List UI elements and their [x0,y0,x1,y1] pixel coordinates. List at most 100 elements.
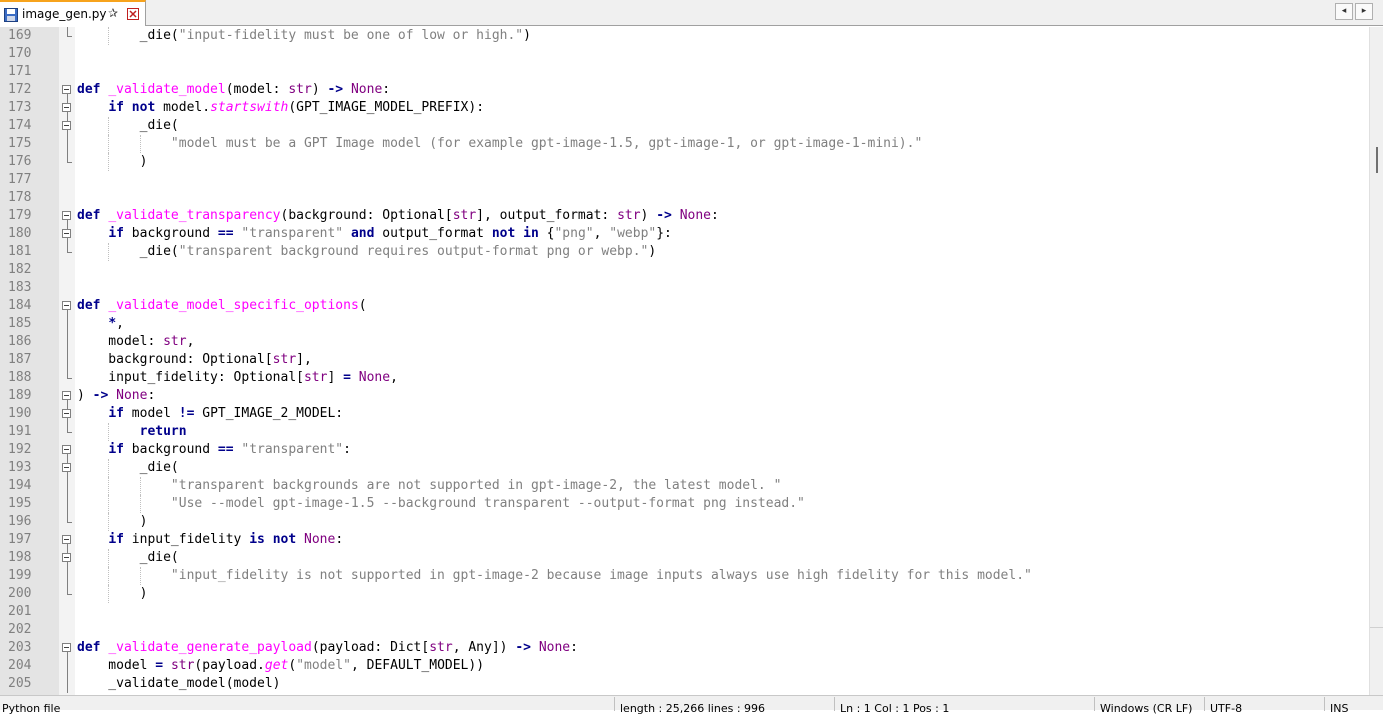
code-token: is [249,532,265,547]
code-line[interactable]: 196 ) [0,513,1369,531]
fold-toggle-icon[interactable] [62,103,71,112]
fold-toggle-icon[interactable] [62,85,71,94]
fold-toggle-icon[interactable] [62,229,71,238]
code-token: startswith [210,100,289,115]
code-line[interactable]: 182 [0,261,1369,279]
line-number: 178 [8,190,32,205]
code-line[interactable]: 180 if background == "transparent" and o… [0,225,1369,243]
code-line[interactable]: 184 def _validate_model_specific_options( [0,297,1369,315]
status-encoding: UTF-8 [1210,702,1243,715]
code-token: str [272,352,297,367]
close-icon[interactable] [127,8,139,20]
code-line[interactable]: 193 _die( [0,459,1369,477]
code-line[interactable]: 187 background: Optional[str], [0,351,1369,369]
code-token: in [523,226,539,241]
line-number: 194 [8,478,32,493]
line-number: 172 [8,82,32,97]
code-line[interactable]: 197 if input_fidelity is not None: [0,531,1369,549]
fold-toggle-icon[interactable] [62,211,71,220]
code-line[interactable]: 183 [0,279,1369,297]
code-token: if [108,442,124,457]
code-line[interactable]: 190 if model != GPT_IMAGE_2_MODEL: [0,405,1369,423]
code-line[interactable]: 177 [0,171,1369,189]
code-token: None [350,82,383,97]
fold-toggle-icon[interactable] [62,553,71,562]
code-line[interactable]: 204 model = str(payload.get("model", DEF… [0,657,1369,675]
pin-icon[interactable]: ✰ [108,6,118,20]
fold-toggle-icon[interactable] [62,121,71,130]
code-token: _die( [77,460,179,475]
code-line[interactable]: 178 [0,189,1369,207]
line-number: 190 [8,406,32,421]
code-token: "png" [554,226,594,241]
code-line[interactable]: 202 [0,621,1369,639]
code-line[interactable]: 173 if not model.startswith(GPT_IMAGE_MO… [0,99,1369,117]
tab-image-gen[interactable]: image_gen.py ✰ [0,0,146,26]
code-line[interactable]: 195 "Use --model gpt-image-1.5 --backgro… [0,495,1369,513]
code-line[interactable]: 200 ) [0,585,1369,603]
code-line[interactable]: 171 [0,63,1369,81]
code-token: def [77,208,101,223]
code-line[interactable]: 194 "transparent backgrounds are not sup… [0,477,1369,495]
fold-toggle-icon[interactable] [62,535,71,544]
code-line[interactable]: 186 model: str, [0,333,1369,351]
vertical-scrollbar[interactable] [1369,27,1383,695]
code-line[interactable]: 188 input_fidelity: Optional[str] = None… [0,369,1369,387]
code-line[interactable]: 172 def _validate_model(model: str) -> No… [0,81,1369,99]
code-line[interactable]: 181 _die("transparent background require… [0,243,1369,261]
fold-toggle-icon[interactable] [62,409,71,418]
code-line[interactable]: 203 def _validate_generate_payload(payloa… [0,639,1369,657]
code-line[interactable]: 174 _die( [0,117,1369,135]
tab-scroll-right-button[interactable]: ▸ [1355,3,1373,20]
line-number: 179 [8,208,32,223]
code-token: str [429,640,453,655]
fold-toggle-icon[interactable] [62,391,71,400]
line-number: 204 [8,658,32,673]
code-line[interactable]: 175 "model must be a GPT Image model (fo… [0,135,1369,153]
code-token: input_fidelity: Optional[ [77,370,304,385]
fold-toggle-icon[interactable] [62,643,71,652]
code-line[interactable]: 179 def _validate_transparency(background… [0,207,1369,225]
code-line[interactable]: 170 [0,45,1369,63]
fold-toggle-icon[interactable] [62,301,71,310]
code-line[interactable]: 191 return [0,423,1369,441]
tab-scroll-left-button[interactable]: ◂ [1335,3,1353,20]
line-number: 170 [8,46,32,61]
code-token: == [217,442,234,457]
code-line[interactable]: 201 [0,603,1369,621]
code-token: model. [155,100,211,115]
code-token: : [335,532,344,547]
line-number: 171 [8,64,32,79]
fold-toggle-icon[interactable] [62,463,71,472]
scrollbar-thumb[interactable] [1376,147,1378,173]
line-number: 177 [8,172,32,187]
line-number: 189 [8,388,32,403]
code-line[interactable]: 198 _die( [0,549,1369,567]
code-token: str [452,208,477,223]
code-token: not [491,226,516,241]
code-text: model = str(payload.get("model", DEFAULT… [77,657,484,675]
fold-toggle-icon[interactable] [62,445,71,454]
code-line[interactable]: 192 if background == "transparent": [0,441,1369,459]
code-line[interactable]: 199 "input_fidelity is not supported in … [0,567,1369,585]
code-token: = [343,370,351,385]
code-token: ) [77,514,148,529]
code-token: (model: [225,82,289,97]
code-token: : [711,208,719,223]
code-line[interactable]: 189) -> None: [0,387,1369,405]
code-token: "input-fidelity must be one of low or hi… [178,28,524,43]
code-token: -> [327,82,344,97]
code-editor[interactable]: 169 _die("input-fidelity must be one of … [0,27,1369,695]
code-line[interactable]: 176 ) [0,153,1369,171]
code-line[interactable]: 185 *, [0,315,1369,333]
code-line[interactable]: 169 _die("input-fidelity must be one of … [0,27,1369,45]
code-token: background [123,442,218,457]
line-number: 200 [8,586,32,601]
code-line[interactable]: 205 _validate_model(model) [0,675,1369,693]
code-token: output_format [374,226,492,241]
